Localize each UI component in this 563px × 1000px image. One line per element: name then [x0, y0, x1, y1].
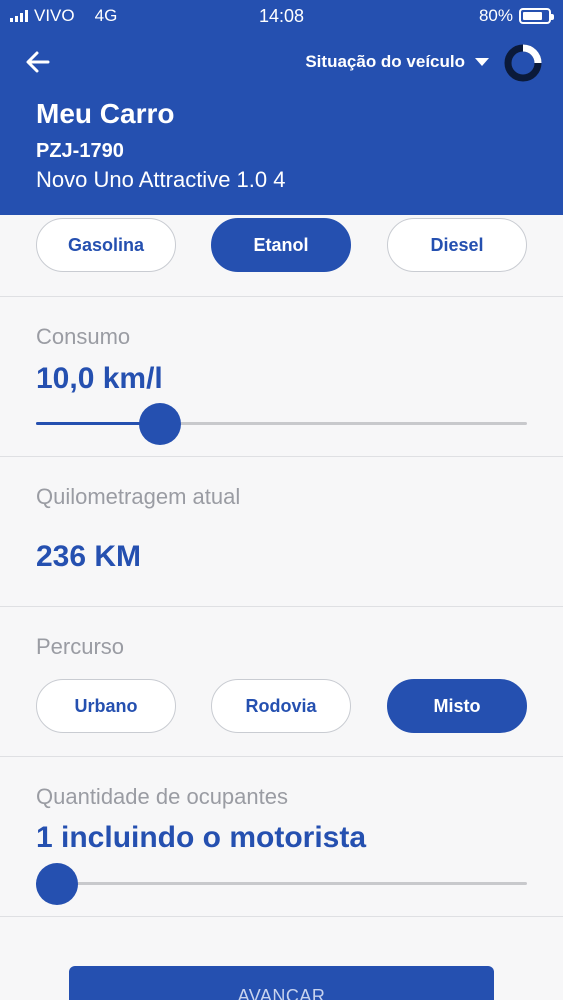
caret-down-icon	[475, 58, 489, 66]
status-right: 80%	[478, 6, 554, 26]
ocupantes-label: Quantidade de ocupantes	[36, 784, 288, 809]
app-header: VIVO 4G 14:08 80% Situação do veículo Me…	[0, 0, 563, 215]
back-button[interactable]	[22, 46, 54, 78]
consumo-slider[interactable]	[36, 402, 527, 446]
donut-progress-icon[interactable]	[503, 43, 543, 83]
car-model: Novo Uno Attractive 1.0 4	[36, 167, 286, 192]
battery-percent: 80%	[478, 6, 513, 25]
car-name: Meu Carro	[36, 98, 175, 129]
fuel-option-etanol[interactable]: Etanol	[211, 218, 351, 272]
fuel-selector: Gasolina Etanol Diesel	[0, 218, 563, 274]
advance-button[interactable]: AVANÇAR	[69, 966, 494, 1000]
divider	[0, 606, 563, 607]
dropdown-label: Situação do veículo	[305, 52, 465, 71]
divider	[0, 916, 563, 917]
slider-thumb[interactable]	[36, 863, 78, 905]
fuel-option-diesel[interactable]: Diesel	[387, 218, 527, 272]
slider-thumb[interactable]	[139, 403, 182, 445]
fuel-option-gasolina[interactable]: Gasolina	[36, 218, 176, 272]
consumo-value: 10,0 km/l	[36, 362, 163, 395]
divider	[0, 756, 563, 757]
slider-track	[36, 882, 527, 885]
battery-icon	[519, 8, 554, 24]
consumo-label: Consumo	[36, 324, 131, 349]
divider	[0, 456, 563, 457]
arrow-left-icon	[26, 51, 50, 73]
quilometragem-label: Quilometragem atual	[36, 484, 241, 509]
vehicle-status-dropdown[interactable]: Situação do veículo	[305, 52, 489, 72]
ocupantes-value: 1 incluindo o motorista	[36, 821, 367, 854]
percurso-option-rodovia[interactable]: Rodovia	[211, 679, 351, 733]
divider	[0, 296, 563, 297]
percurso-option-misto[interactable]: Misto	[387, 679, 527, 733]
percurso-selector: Urbano Rodovia Misto	[0, 679, 563, 735]
percurso-option-urbano[interactable]: Urbano	[36, 679, 176, 733]
car-plate: PZJ-1790	[36, 140, 124, 162]
quilometragem-value[interactable]: 236 KM	[36, 540, 141, 574]
ocupantes-slider[interactable]	[36, 862, 527, 906]
percurso-label: Percurso	[36, 634, 125, 659]
status-bar: VIVO 4G 14:08 80%	[0, 0, 563, 32]
